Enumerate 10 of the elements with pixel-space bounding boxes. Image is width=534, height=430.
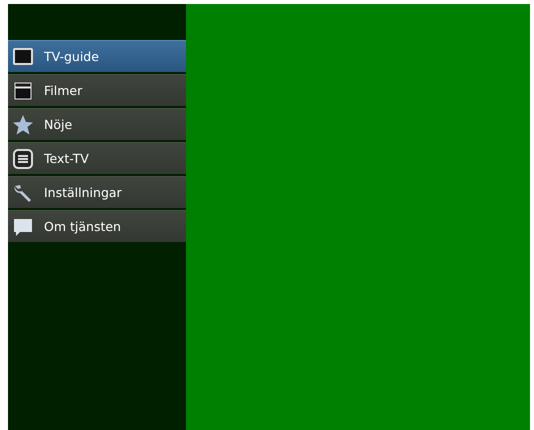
menu-item[interactable]: Filmer (8, 74, 186, 106)
tv-icon (12, 46, 34, 68)
star-icon (12, 114, 34, 136)
menu-item[interactable]: Text-TV (8, 142, 186, 174)
menu-item[interactable]: TV-guide (8, 40, 186, 72)
clapperboard-icon (12, 80, 34, 102)
menu-item[interactable]: Nöje (8, 108, 186, 140)
menu-item[interactable]: Inställningar (8, 176, 186, 208)
list-icon (12, 148, 34, 170)
menu-item[interactable]: Om tjänsten (8, 210, 186, 242)
